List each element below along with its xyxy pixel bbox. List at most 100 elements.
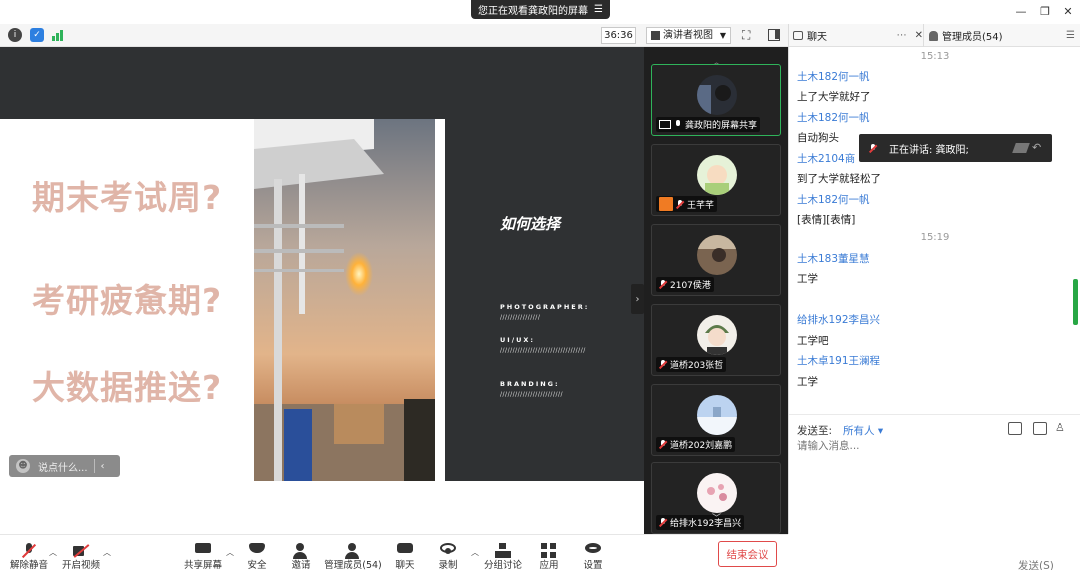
more-icon[interactable]: ⋯	[897, 30, 907, 41]
video-tile[interactable]: 道桥203张哲	[651, 304, 781, 376]
panel-tabs: 聊天 ⋯ ✕ 管理成员(54) ☰	[789, 24, 1080, 47]
anime-avatar	[697, 315, 737, 355]
send-button[interactable]: 发送(S)	[1018, 558, 1054, 570]
breakout-label: 分组讨论	[483, 560, 522, 570]
start-video-button[interactable]: 开启视频	[56, 535, 106, 570]
settings-label: 设置	[583, 560, 603, 570]
sidebar-toggle-icon[interactable]	[768, 29, 780, 41]
record-icon	[440, 543, 456, 554]
chat-text: 工学	[797, 273, 818, 285]
user-icon[interactable]: ♙	[1055, 421, 1065, 434]
end-meeting-button[interactable]: 结束会议	[718, 541, 777, 567]
divider	[93, 459, 95, 473]
chat-sender[interactable]: 土木182何一帆	[797, 69, 870, 84]
camera-off-icon	[73, 543, 89, 556]
signal-icon[interactable]	[52, 29, 64, 41]
fullscreen-icon[interactable]: ⛶	[742, 28, 756, 42]
video-tile[interactable]: 2107侯港	[651, 224, 781, 296]
green-cartoon-avatar	[697, 155, 737, 195]
danmu-input[interactable]: ☻ 说点什么... ‹	[9, 455, 120, 477]
chevron-left-icon[interactable]: ‹	[101, 461, 105, 472]
unmute-button[interactable]: 解除静音	[4, 535, 54, 570]
record-label: 录制	[438, 560, 458, 570]
breakout-icon	[495, 543, 511, 558]
invite-icon	[293, 543, 309, 559]
meta-value: /////////////////////////	[500, 391, 564, 398]
settings-gear-icon	[585, 543, 601, 553]
chat-label: 聊天	[395, 560, 415, 570]
flower-avatar	[697, 473, 737, 513]
video-gallery: ︿ 龚政阳的屏幕共享 王芊芊 2107侯港 道桥203张哲 道桥202刘嘉鹏 给…	[644, 47, 788, 534]
video-tile[interactable]: 王芊芊	[651, 144, 781, 216]
room-photo-avatar	[697, 235, 737, 275]
video-tile[interactable]: 道桥202刘嘉鹏	[651, 384, 781, 456]
meta-value: ////////////////	[500, 314, 541, 321]
close-chat-icon[interactable]: ✕	[915, 30, 923, 41]
mic-muted-icon	[659, 518, 667, 527]
video-tile[interactable]: 龚政阳的屏幕共享	[651, 64, 781, 136]
minimize-icon[interactable]: —	[1011, 4, 1031, 20]
meta-label: PHOTOGRAPHER:	[500, 303, 590, 311]
slide-heading: 如何选择	[500, 215, 561, 233]
speaking-text: 正在讲话: 龚政阳;	[889, 144, 969, 156]
meeting-info-bar: i ✓ 36:36 演讲者视图 ▼ ⛶	[0, 24, 788, 47]
settings-button[interactable]: 设置	[568, 535, 618, 570]
chat-scrollbar[interactable]	[1073, 279, 1078, 325]
chat-sender[interactable]: 给排水192李昌兴	[797, 312, 880, 327]
snow-avatar	[697, 395, 737, 435]
chat-sender[interactable]: 土木卓191王澜程	[797, 353, 880, 368]
security-button[interactable]: 安全	[232, 535, 282, 570]
timestamp: 15:13	[920, 51, 950, 62]
info-icon[interactable]: i	[8, 28, 22, 42]
menu-icon[interactable]: ☰	[1066, 30, 1075, 41]
screen-share-banner[interactable]: 您正在观看龚政阳的屏幕 ☰	[471, 0, 610, 19]
chat-sender[interactable]: 土木2104商	[797, 151, 855, 166]
record-button[interactable]: 录制	[423, 535, 473, 570]
chat-text: 工学	[797, 376, 818, 388]
chat-messages[interactable]: 15:13 土木182何一帆 上了大学就好了 土木182何一帆 自动狗头 土木2…	[789, 47, 1080, 414]
view-mode-select[interactable]: 演讲者视图 ▼	[646, 27, 731, 44]
restore-icon[interactable]: ❐	[1035, 4, 1055, 20]
speaker-view-icon	[651, 31, 660, 40]
mic-muted-icon	[659, 280, 667, 289]
chevron-down-icon[interactable]: ﹀	[712, 511, 721, 524]
shield-icon[interactable]: ✓	[30, 28, 44, 42]
close-icon[interactable]: ✕	[1058, 4, 1078, 20]
screenshot-icon[interactable]	[1033, 422, 1047, 435]
person-icon	[929, 30, 938, 41]
participant-name: 王芊芊	[687, 200, 715, 211]
smiley-icon[interactable]: ☻	[16, 459, 30, 473]
members-button[interactable]: 管理成员(54)	[318, 535, 388, 570]
meeting-window: 您正在观看龚政阳的屏幕 ☰ — ❐ ✕ i ✓ 36:36 演讲者视图 ▼ ⛶ …	[0, 0, 1080, 570]
slide-questions-panel: 期末考试周? 考研疲惫期? 大数据推送?	[0, 119, 254, 481]
collapse-gallery-button[interactable]: ›	[631, 284, 644, 314]
chat-sender[interactable]: 土木183董星慧	[797, 251, 870, 266]
chat-sender[interactable]: 土木182何一帆	[797, 110, 870, 125]
chevron-up-icon[interactable]: ︿	[103, 547, 111, 558]
reply-arrow-icon[interactable]: ↶	[1032, 142, 1044, 153]
slide-question: 大数据推送?	[32, 368, 223, 407]
tab-chat[interactable]: 聊天 ⋯ ✕	[793, 24, 923, 47]
chat-text: [表情][表情]	[797, 214, 856, 226]
mic-muted-icon	[676, 199, 684, 209]
shared-screen-stage: 期末考试周? 考研疲惫期? 大数据推送? 如何选择 PHOTOGRAPHER: …	[0, 47, 644, 481]
share-banner-text: 您正在观看龚政阳的屏幕	[478, 6, 589, 17]
menu-icon[interactable]: ☰	[594, 4, 603, 15]
meeting-controls: 解除静音 ︿ 开启视频 ︿ 共享屏幕 ︿ 安全 邀请 管理成员(54) 聊天 录…	[0, 534, 788, 570]
chat-bubble-icon	[793, 31, 803, 40]
file-icon[interactable]	[1008, 422, 1022, 435]
tab-members[interactable]: 管理成员(54) ☰	[929, 24, 1075, 47]
participant-name: 道桥203张哲	[670, 361, 724, 371]
slide-question: 考研疲惫期?	[32, 281, 223, 320]
members-icon	[345, 543, 361, 559]
chat-icon	[397, 543, 413, 553]
apps-button[interactable]: 应用	[524, 535, 574, 570]
orange-badge-icon	[659, 197, 673, 211]
chat-sender[interactable]: 土木182何一帆	[797, 192, 870, 207]
meta-label: UI/UX:	[500, 336, 535, 344]
share-screen-button[interactable]: 共享屏幕	[178, 535, 228, 570]
chat-input[interactable]	[797, 436, 1073, 456]
breakout-button[interactable]: 分组讨论	[478, 535, 528, 570]
window-titlebar: 您正在观看龚政阳的屏幕 ☰ — ❐ ✕	[0, 0, 1080, 24]
participant-name: 给排水192李昌兴	[670, 519, 742, 529]
